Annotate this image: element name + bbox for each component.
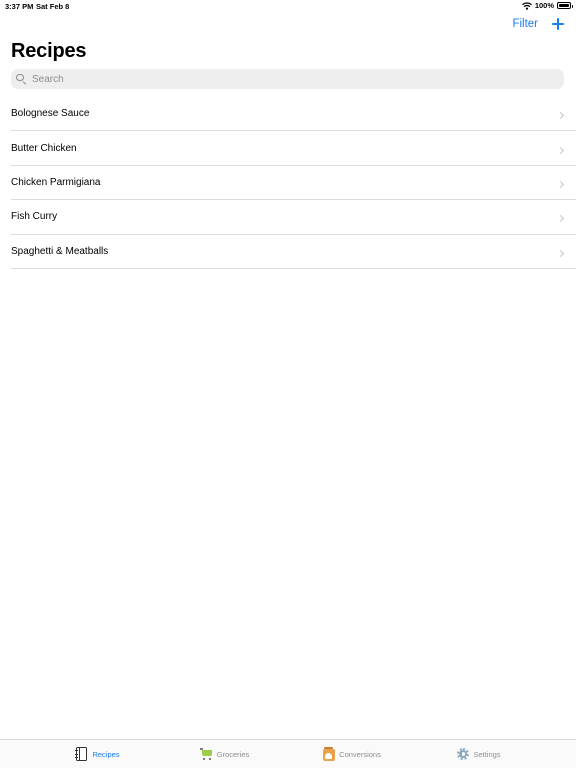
tab-groceries[interactable]: Groceries — [161, 747, 288, 761]
recipe-name: Spaghetti & Meatballs — [11, 245, 109, 257]
wifi-icon — [521, 1, 532, 10]
filter-button[interactable]: Filter — [512, 18, 538, 30]
tab-label: Settings — [473, 749, 501, 759]
chevron-right-icon — [556, 180, 565, 189]
recipe-name: Butter Chicken — [11, 142, 77, 154]
scale-icon — [322, 747, 335, 761]
tab-conversions[interactable]: Conversions — [288, 747, 415, 761]
list-item[interactable]: Fish Curry — [11, 200, 576, 235]
plus-icon[interactable] — [552, 18, 564, 30]
chevron-right-icon — [556, 215, 565, 223]
status-date: Sat Feb 8 — [36, 2, 70, 11]
recipe-name: Chicken Parmigiana — [11, 176, 101, 188]
battery-level — [559, 4, 569, 7]
search-bar[interactable] — [11, 69, 564, 89]
chevron-right-icon — [556, 112, 565, 120]
list-item[interactable]: Butter Chicken — [11, 131, 576, 166]
chevron-right-icon — [556, 146, 565, 154]
recipe-list: Bolognese Sauce Butter Chicken Chicken P… — [11, 97, 576, 269]
status-time: 3:37 PM — [5, 2, 34, 11]
tab-recipes[interactable]: Recipes — [34, 747, 161, 761]
battery-icon — [557, 2, 573, 9]
status-indicators: 100% — [521, 1, 573, 10]
tab-label: Conversions — [339, 749, 381, 759]
gear-icon — [456, 747, 470, 761]
recipe-name: Fish Curry — [11, 211, 58, 223]
notebook-icon — [74, 747, 88, 761]
status-bar: 3:37 PM Sat Feb 8 100% — [0, 0, 576, 12]
search-icon — [16, 73, 27, 85]
nav-actions: Filter — [512, 18, 564, 30]
recipe-name: Bolognese Sauce — [11, 108, 90, 120]
list-item[interactable]: Chicken Parmigiana — [11, 166, 576, 201]
list-item[interactable]: Bolognese Sauce — [11, 97, 576, 132]
cart-icon — [199, 747, 213, 761]
chevron-right-icon — [556, 249, 565, 257]
tab-bar: Recipes Groceries Conversions Settings — [0, 739, 576, 768]
list-item[interactable]: Spaghetti & Meatballs — [11, 235, 576, 269]
battery-percentage: 100% — [534, 1, 554, 10]
search-input[interactable] — [32, 73, 532, 85]
tab-label: Recipes — [92, 749, 120, 759]
tab-label: Groceries — [216, 749, 250, 759]
tab-settings[interactable]: Settings — [415, 747, 542, 761]
page-title: Recipes — [11, 40, 87, 62]
